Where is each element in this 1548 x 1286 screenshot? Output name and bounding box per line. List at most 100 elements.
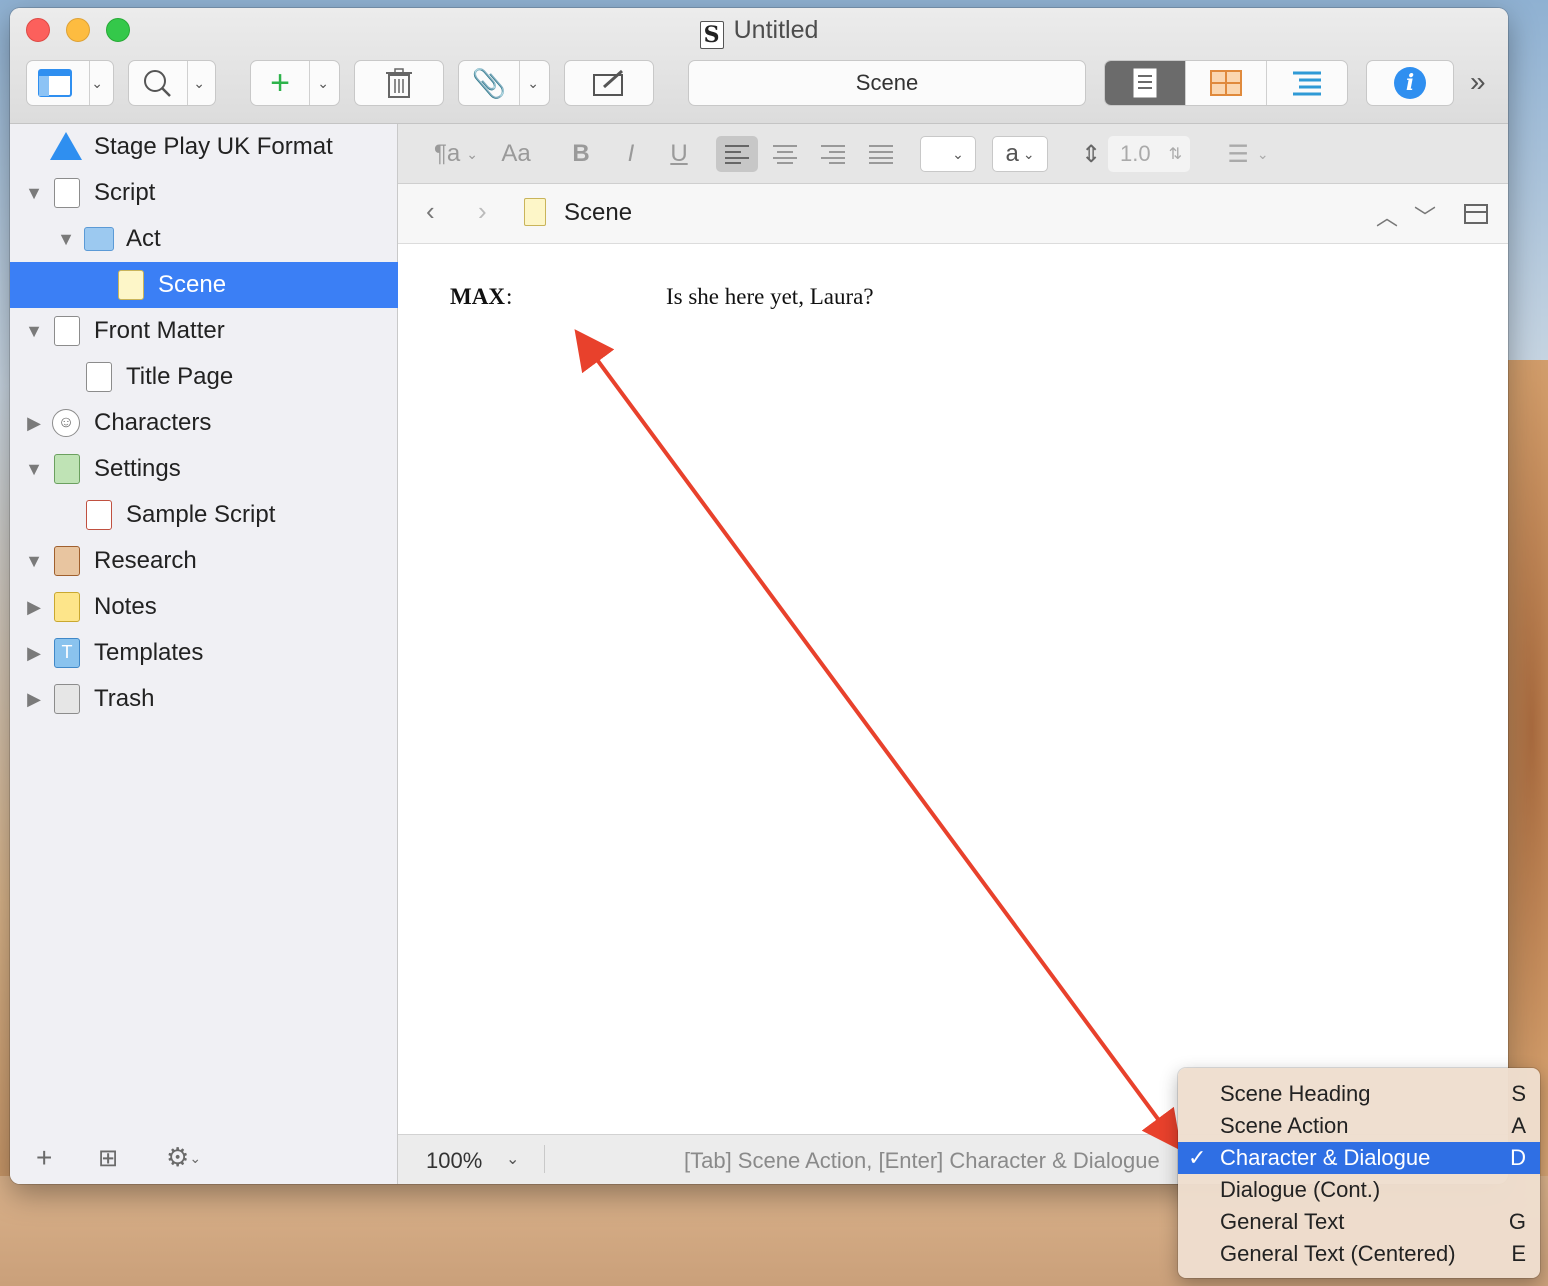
chevron-down-icon[interactable]: ⌄ (506, 1149, 519, 1169)
chevron-down-icon: ⌄ (1256, 145, 1269, 162)
align-justify-button[interactable] (866, 136, 896, 172)
binder-sidebar: Stage Play UK Format ▼ Script ▼ Act Scen… (10, 124, 398, 1184)
underline-button[interactable]: U (664, 136, 694, 172)
binder-item-characters[interactable]: ▶ ☺ Characters (10, 400, 398, 446)
disclosure-open-icon[interactable]: ▼ (24, 321, 44, 342)
binder-item-trash[interactable]: ▶ Trash (10, 676, 398, 722)
menu-item-shortcut: G (1508, 1209, 1526, 1234)
layout-icon (38, 69, 72, 97)
binder-item-label: Stage Play UK Format (94, 133, 333, 160)
binder-item-research[interactable]: ▼ Research (10, 538, 398, 584)
align-right-icon (821, 145, 845, 164)
corkboard-icon (1210, 70, 1242, 96)
text-color-dropdown[interactable]: ⌄ (920, 136, 976, 172)
disclosure-closed-icon[interactable]: ▶ (24, 643, 44, 664)
disclosure-closed-icon[interactable]: ▶ (24, 689, 44, 710)
menu-item-shortcut: A (1511, 1113, 1526, 1138)
menu-item-general-text[interactable]: General Text G (1178, 1206, 1540, 1238)
italic-button[interactable]: I (616, 136, 646, 172)
binder-item-label: Scene (158, 271, 227, 298)
search-icon (144, 70, 171, 97)
align-right-button[interactable] (818, 136, 848, 172)
binder-item-settings[interactable]: ▼ Settings (10, 446, 398, 492)
split-editor-icon[interactable] (1464, 200, 1488, 231)
menu-item-scene-heading[interactable]: Scene Heading S (1178, 1078, 1540, 1110)
chevron-down-icon: ⌄ (317, 74, 329, 91)
front-matter-icon (54, 316, 80, 346)
binder-item-label: Templates (94, 639, 204, 666)
back-arrow-icon[interactable]: ‹ (426, 196, 435, 227)
document-title-field[interactable]: Scene (688, 60, 1086, 106)
highlight-dropdown[interactable]: a ⌄ (992, 136, 1048, 172)
menu-item-label: Scene Action (1220, 1113, 1349, 1138)
align-justify-icon (869, 145, 893, 164)
disclosure-closed-icon[interactable]: ▶ (24, 413, 44, 434)
menu-item-dialogue-cont[interactable]: Dialogue (Cont.) (1178, 1174, 1540, 1206)
window-title-text: Untitled (733, 16, 819, 44)
align-center-icon (773, 145, 797, 164)
character-name: MAX (450, 284, 505, 309)
disclosure-open-icon[interactable]: ▼ (24, 459, 44, 480)
chevron-down-icon: ⌄ (952, 145, 964, 162)
line-spacing-field[interactable]: 1.0 ⇅ (1108, 136, 1190, 172)
bold-button[interactable]: B (566, 136, 596, 172)
forward-arrow-icon[interactable]: › (478, 196, 487, 227)
next-document-icon[interactable]: ﹀ (1414, 200, 1436, 232)
menu-item-shortcut: D (1510, 1145, 1526, 1170)
compose-button[interactable] (564, 60, 654, 106)
scrivenings-view-button[interactable] (1105, 61, 1186, 105)
script-document-icon (54, 178, 80, 208)
disclosure-open-icon[interactable]: ▼ (24, 551, 44, 572)
binder-item-sample-script[interactable]: Sample Script (10, 492, 398, 538)
chevron-down-icon: ⌄ (91, 74, 103, 91)
menu-item-scene-action[interactable]: Scene Action A (1178, 1110, 1540, 1142)
script-editor[interactable]: MAX : Is she here yet, Laura? (398, 244, 1508, 1134)
templates-icon: T (54, 638, 80, 668)
disclosure-closed-icon[interactable]: ▶ (24, 597, 44, 618)
document-icon (1133, 68, 1157, 98)
format-bar: ¶a ⌄ Aa B I U ⌄ a ⌄ ⇕ 1.0 ⇅ ☰ ⌄ (398, 124, 1508, 184)
list-style-button[interactable]: ☰ ⌄ (1218, 136, 1278, 172)
toolbar-overflow-icon[interactable]: » (1470, 66, 1486, 98)
disclosure-open-icon[interactable]: ▼ (24, 183, 44, 204)
outline-view-button[interactable] (1267, 61, 1347, 105)
window-title: S Untitled (10, 16, 1508, 49)
menu-item-character-dialogue[interactable]: ✓ Character & Dialogue D (1178, 1142, 1540, 1174)
zoom-value[interactable]: 100% (426, 1148, 482, 1174)
view-layout-button[interactable]: ⌄ (26, 60, 114, 106)
search-button[interactable]: ⌄ (128, 60, 216, 106)
checkmark-icon: ✓ (1188, 1145, 1207, 1170)
menu-item-general-text-centered[interactable]: General Text (Centered) E (1178, 1238, 1540, 1270)
previous-document-icon[interactable]: ︿ (1376, 200, 1398, 232)
binder-item-front-matter[interactable]: ▼ Front Matter (10, 308, 398, 354)
binder-item-label: Script (94, 179, 156, 206)
add-item-icon[interactable]: + (36, 1142, 52, 1174)
add-folder-icon[interactable]: ⊞ (98, 1144, 118, 1173)
binder-item-title-page[interactable]: Title Page (10, 354, 398, 400)
binder-item-project[interactable]: Stage Play UK Format (10, 124, 398, 170)
corkboard-view-button[interactable] (1186, 61, 1267, 105)
stepper-icon[interactable]: ⇅ (1169, 144, 1182, 164)
delete-button[interactable] (354, 60, 444, 106)
binder-item-label: Sample Script (126, 501, 276, 528)
disclosure-open-icon[interactable]: ▼ (56, 229, 76, 250)
align-center-button[interactable] (770, 136, 800, 172)
fonts-button[interactable]: Aa (496, 136, 536, 172)
plus-icon: + (270, 63, 290, 102)
inspector-button[interactable]: i (1366, 60, 1454, 106)
binder-item-scene[interactable]: Scene (10, 262, 398, 308)
script-format-hint[interactable]: [Tab] Scene Action, [Enter] Character & … (684, 1148, 1160, 1174)
binder-item-label: Title Page (126, 363, 234, 390)
title-bar: S Untitled ⌄ ⌄ + ⌄ 📎 ⌄ Scene i » (10, 8, 1508, 124)
align-left-button[interactable] (716, 136, 758, 172)
binder-item-script[interactable]: ▼ Script (10, 170, 398, 216)
binder-item-act[interactable]: ▼ Act (10, 216, 398, 262)
binder-item-templates[interactable]: ▶ T Templates (10, 630, 398, 676)
binder-item-notes[interactable]: ▶ Notes (10, 584, 398, 630)
add-button[interactable]: + ⌄ (250, 60, 340, 106)
gear-icon[interactable]: ⚙ ⌄ (166, 1142, 201, 1173)
attachment-button[interactable]: 📎 ⌄ (458, 60, 550, 106)
menu-item-label: General Text (Centered) (1220, 1241, 1456, 1266)
paragraph-styles-button[interactable]: ¶a ⌄ (426, 136, 486, 172)
pdf-icon (86, 500, 112, 530)
